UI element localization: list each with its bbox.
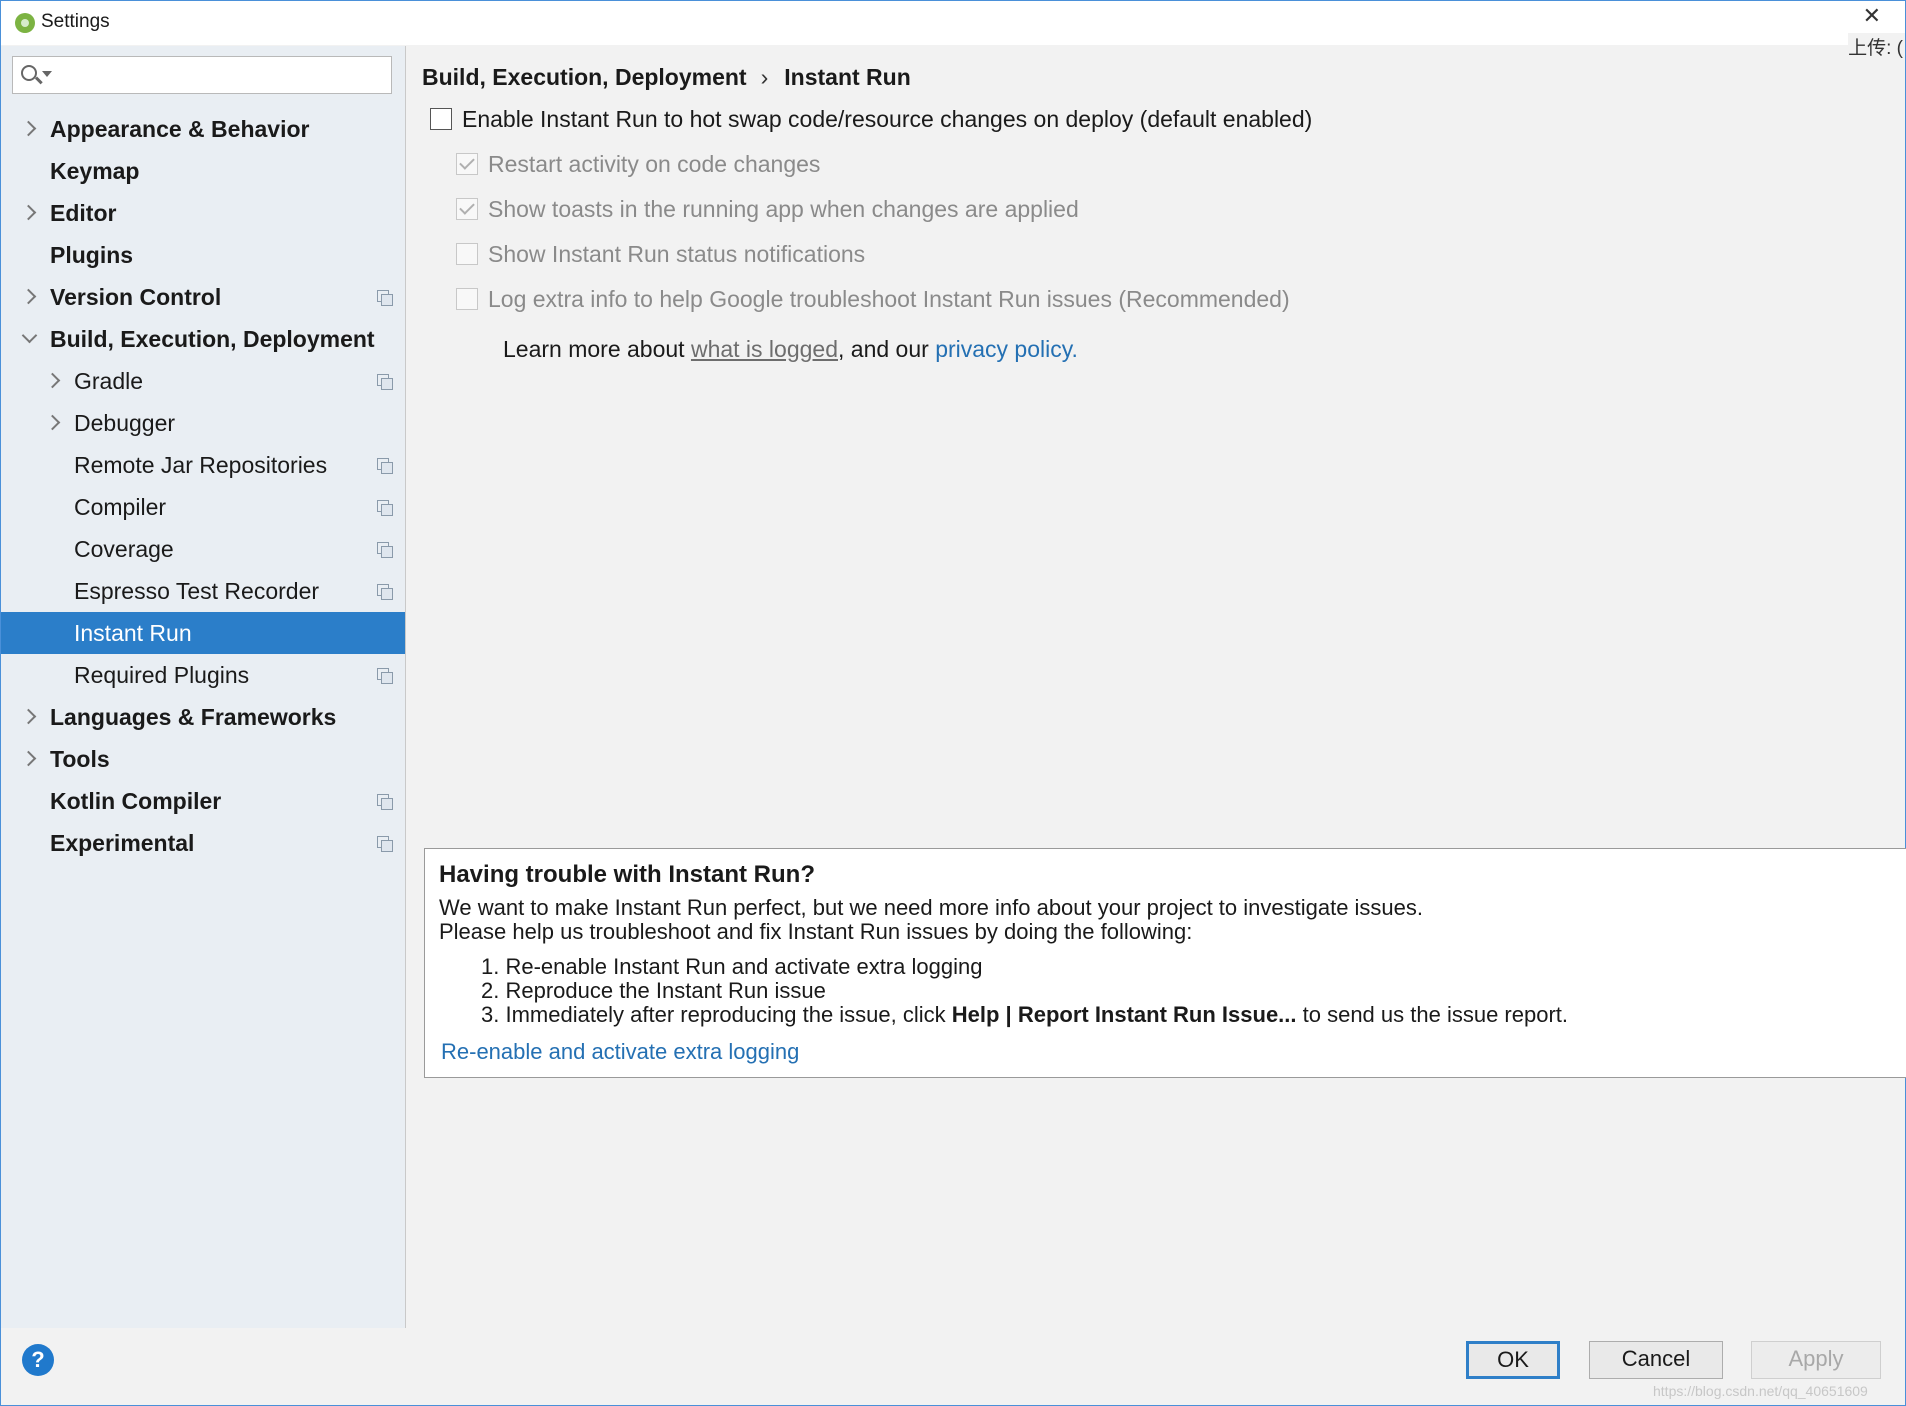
sidebar-item-required-plugins[interactable]: Required Plugins — [1, 654, 405, 696]
restart-activity-label: Restart activity on code changes — [488, 151, 821, 177]
trouble-line-1: We want to make Instant Run perfect, but… — [439, 895, 1424, 920]
search-icon[interactable] — [21, 65, 37, 81]
chevron-right-icon[interactable] — [21, 738, 37, 780]
sidebar-item-label: Required Plugins — [74, 662, 250, 688]
enable-instant-run-checkbox[interactable] — [430, 108, 452, 130]
sidebar-item-languages-frameworks[interactable]: Languages & Frameworks — [1, 696, 405, 738]
project-settings-icon — [377, 794, 393, 810]
sidebar-item-label: Coverage — [74, 536, 174, 562]
sidebar-item-label: Gradle — [74, 368, 144, 394]
chevron-right-icon[interactable] — [45, 360, 61, 402]
instant-run-panel: Build, Execution, Deployment › Instant Run… — [406, 46, 1906, 1328]
sidebar-item-appearance-behavior[interactable]: Appearance & Behavior — [1, 108, 405, 150]
sidebar-item-label: Remote Jar Repositories — [74, 452, 328, 478]
sidebar-item-label: Keymap — [50, 158, 140, 184]
breadcrumb: Build, Execution, Deployment › Instant Run — [422, 64, 911, 91]
show-toasts-label: Show toasts in the running app when chan… — [488, 196, 1079, 222]
sidebar-item-kotlin-compiler[interactable]: Kotlin Compiler — [1, 780, 405, 822]
trouble-step-3-suffix: to send us the issue report. — [1296, 1002, 1569, 1027]
sidebar-item-espresso-test-recorder[interactable]: Espresso Test Recorder — [1, 570, 405, 612]
sidebar-item-editor[interactable]: Editor — [1, 192, 405, 234]
status-notifications-label: Show Instant Run status notifications — [488, 241, 866, 267]
learn-more-text: Learn more about what is logged, and our… — [503, 336, 1078, 363]
watermark: https://blog.csdn.net/qq_40651609 — [1653, 1383, 1868, 1399]
breadcrumb-parent: Build, Execution, Deployment — [422, 64, 747, 90]
sidebar-item-plugins[interactable]: Plugins — [1, 234, 405, 276]
chevron-right-icon[interactable] — [21, 192, 37, 234]
settings-sidebar: Appearance & Behavior Keymap Editor Plugins… — [1, 46, 406, 1328]
search-options-chevron-down-icon[interactable] — [42, 71, 52, 77]
search-input[interactable] — [12, 56, 392, 94]
sidebar-item-label: Languages & Frameworks — [50, 704, 337, 730]
project-settings-icon — [377, 374, 393, 390]
sidebar-item-label: Tools — [50, 746, 110, 772]
sidebar-item-label: Experimental — [50, 830, 195, 856]
trouble-title: Having trouble with Instant Run? — [439, 861, 815, 888]
project-settings-icon — [377, 458, 393, 474]
sidebar-item-keymap[interactable]: Keymap — [1, 150, 405, 192]
sidebar-item-build-execution-deployment[interactable]: Build, Execution, Deployment — [1, 318, 405, 360]
sidebar-item-label: Debugger — [74, 410, 176, 436]
chevron-right-icon[interactable] — [21, 276, 37, 318]
trouble-step-3-menu-path: Help | Report Instant Run Issue... — [951, 1002, 1297, 1027]
sidebar-item-label: Editor — [50, 200, 117, 226]
project-settings-icon — [377, 584, 393, 600]
title-bar: Settings ✕ 上传: ( — [1, 1, 1905, 60]
window-title: Settings — [41, 11, 110, 32]
trouble-step-1: 1. Re-enable Instant Run and activate ex… — [481, 954, 983, 979]
sidebar-item-remote-jar-repositories[interactable]: Remote Jar Repositories — [1, 444, 405, 486]
enable-instant-run-label[interactable]: Enable Instant Run to hot swap code/reso… — [462, 106, 1312, 133]
privacy-policy-link[interactable]: privacy policy. — [935, 336, 1078, 362]
sidebar-item-compiler[interactable]: Compiler — [1, 486, 405, 528]
trouble-info-box: Having trouble with Instant Run? We want… — [424, 848, 1906, 1078]
trouble-step-3-prefix: 3. Immediately after reproducing the iss… — [481, 1002, 952, 1027]
what-is-logged-link[interactable]: what is logged — [691, 336, 838, 362]
show-toasts-checkbox — [456, 198, 478, 220]
ok-button[interactable]: OK — [1466, 1341, 1560, 1379]
learn-more-middle: , and our — [838, 336, 936, 362]
trouble-step-3: 3. Immediately after reproducing the iss… — [481, 1002, 1568, 1028]
project-settings-icon — [377, 542, 393, 558]
trouble-step-2: 2. Reproduce the Instant Run issue — [481, 978, 826, 1003]
sidebar-item-tools[interactable]: Tools — [1, 738, 405, 780]
sidebar-item-label: Appearance & Behavior — [50, 116, 310, 142]
learn-more-prefix: Learn more about — [503, 336, 691, 362]
sidebar-item-label: Instant Run — [74, 620, 192, 646]
apply-button[interactable]: Apply — [1751, 1341, 1881, 1379]
sidebar-item-label: Kotlin Compiler — [50, 788, 222, 814]
log-extra-info-label: Log extra info to help Google troublesho… — [488, 286, 1290, 312]
chevron-right-icon[interactable] — [21, 108, 37, 150]
trouble-line-2: Please help us troubleshoot and fix Inst… — [439, 919, 1193, 944]
sidebar-item-label: Build, Execution, Deployment — [50, 326, 375, 352]
sidebar-item-label: Plugins — [50, 242, 134, 268]
help-button[interactable]: ? — [22, 1344, 54, 1376]
sidebar-item-label: Version Control — [50, 284, 222, 310]
log-extra-info-checkbox — [456, 288, 478, 310]
project-settings-icon — [377, 290, 393, 306]
chevron-down-icon[interactable] — [21, 318, 37, 360]
reenable-logging-link[interactable]: Re-enable and activate extra logging — [441, 1039, 799, 1065]
status-notifications-checkbox — [456, 243, 478, 265]
sidebar-item-version-control[interactable]: Version Control — [1, 276, 405, 318]
android-studio-icon — [15, 13, 35, 33]
breadcrumb-separator: › — [760, 64, 769, 90]
sidebar-item-instant-run[interactable]: Instant Run — [1, 612, 405, 654]
sidebar-item-gradle[interactable]: Gradle — [1, 360, 405, 402]
sidebar-item-label: Espresso Test Recorder — [74, 578, 320, 604]
close-icon[interactable]: ✕ — [1863, 5, 1881, 27]
restart-activity-checkbox — [456, 153, 478, 175]
chevron-right-icon[interactable] — [45, 402, 61, 444]
sidebar-item-coverage[interactable]: Coverage — [1, 528, 405, 570]
breadcrumb-current: Instant Run — [784, 64, 911, 90]
cancel-button[interactable]: Cancel — [1589, 1341, 1723, 1379]
settings-window: Settings ✕ 上传: ( Appearance & Behavior Ke… — [0, 0, 1906, 1406]
project-settings-icon — [377, 668, 393, 684]
settings-tree: Appearance & Behavior Keymap Editor Plugins… — [1, 108, 405, 864]
sidebar-item-experimental[interactable]: Experimental — [1, 822, 405, 864]
project-settings-icon — [377, 836, 393, 852]
sidebar-item-label: Compiler — [74, 494, 167, 520]
sidebar-item-debugger[interactable]: Debugger — [1, 402, 405, 444]
chevron-right-icon[interactable] — [21, 696, 37, 738]
project-settings-icon — [377, 500, 393, 516]
